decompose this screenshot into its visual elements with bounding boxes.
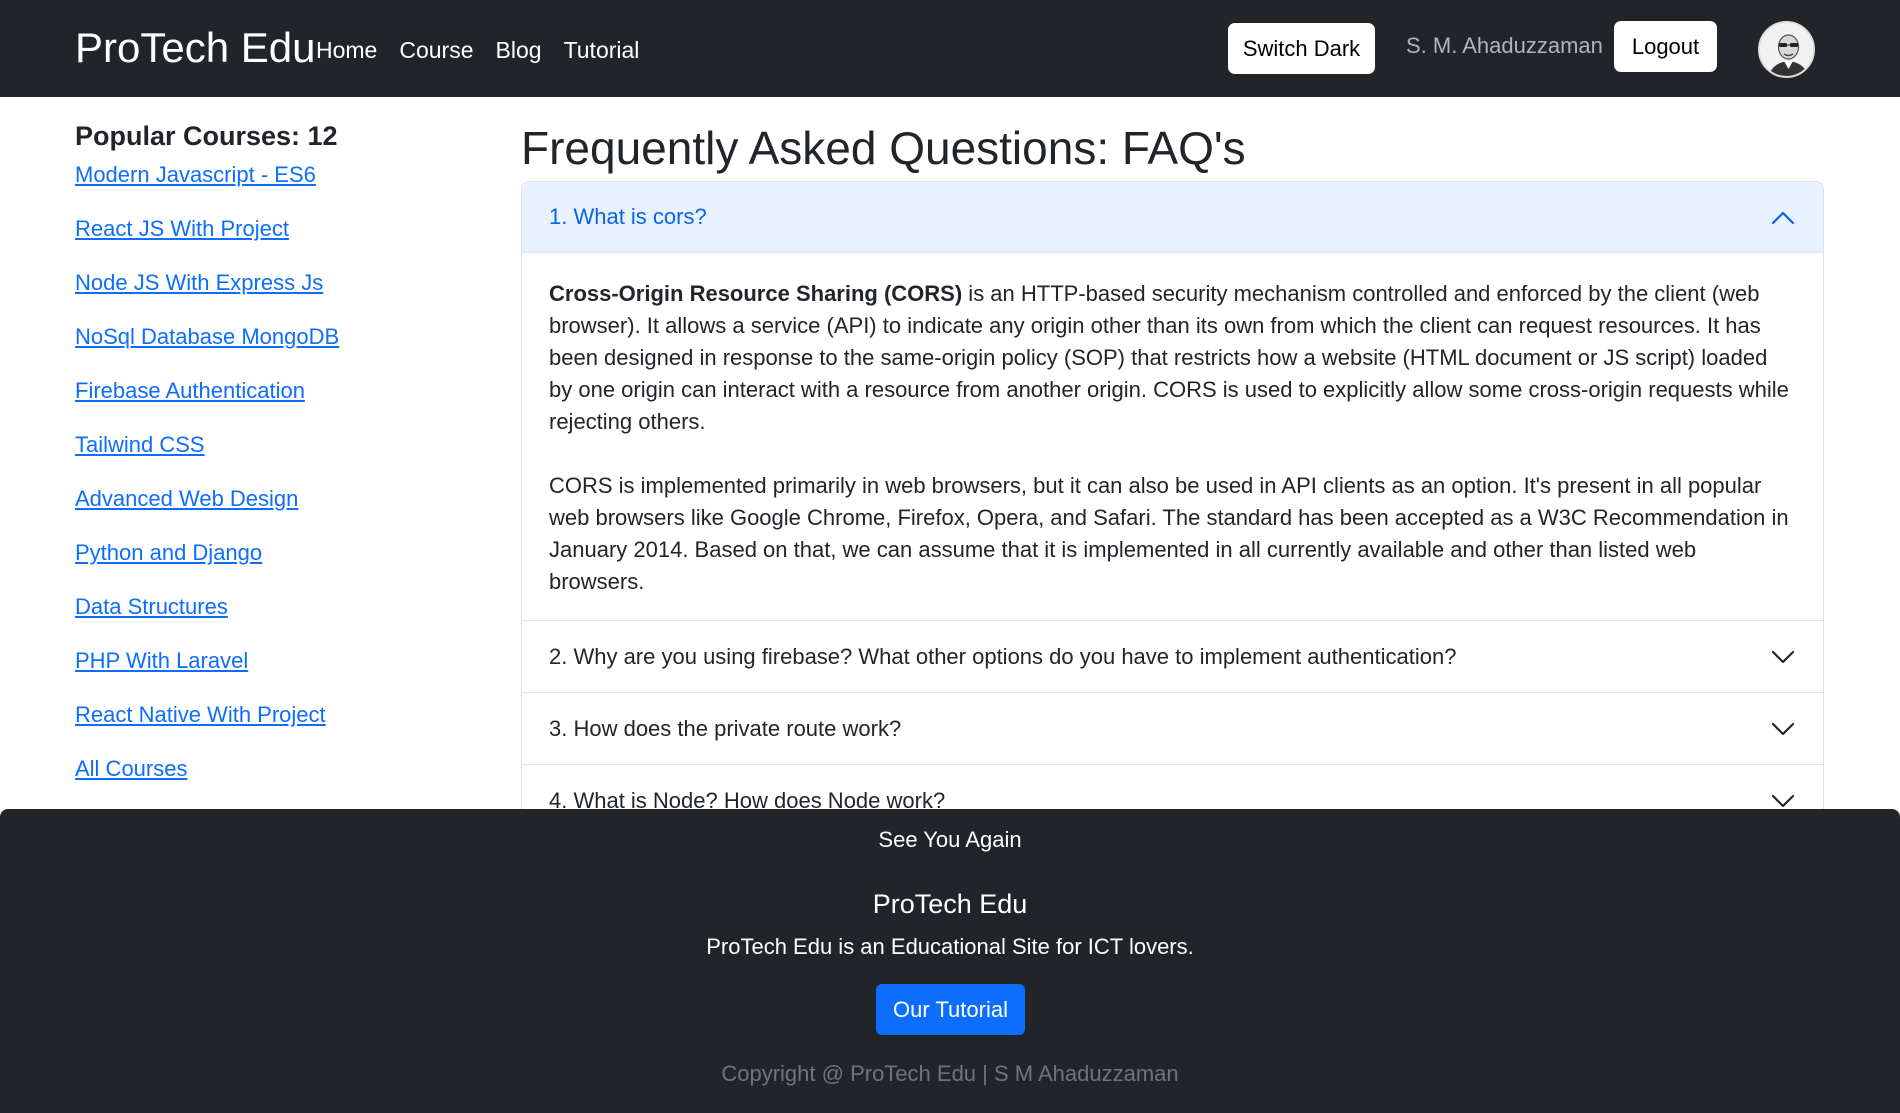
course-list: Modern Javascript - ES6 React JS With Pr…: [75, 160, 475, 808]
faq-question-button[interactable]: 1. What is cors?: [522, 182, 1823, 253]
faq-question-text: 2. Why are you using firebase? What othe…: [549, 643, 1457, 669]
chevron-down-icon: [1771, 722, 1795, 736]
faq-question-text: 3. How does the private route work?: [549, 715, 902, 741]
course-link[interactable]: Modern Javascript - ES6: [75, 160, 475, 214]
faq-item: 2. Why are you using firebase? What othe…: [522, 621, 1823, 693]
nav-link-blog[interactable]: Blog: [496, 34, 542, 66]
site-footer: See You Again ProTech Edu ProTech Edu is…: [0, 809, 1900, 1113]
course-link[interactable]: Firebase Authentication: [75, 376, 475, 430]
user-name: S. M. Ahaduzzaman: [1406, 33, 1603, 58]
faq-question-button[interactable]: 2. Why are you using firebase? What othe…: [522, 621, 1823, 692]
page-title: Frequently Asked Questions: FAQ's: [521, 122, 1246, 174]
nav-link-course[interactable]: Course: [399, 34, 473, 66]
course-link[interactable]: React JS With Project: [75, 214, 475, 268]
chevron-down-icon: [1771, 650, 1795, 664]
course-link[interactable]: Node JS With Express Js: [75, 268, 475, 322]
chevron-up-icon: [1771, 211, 1795, 225]
faq-question-text: 1. What is cors?: [549, 204, 707, 229]
faq-question-button[interactable]: 3. How does the private route work?: [522, 693, 1823, 764]
popular-courses-sidebar: Popular Courses: 12 Modern Javascript - …: [75, 118, 475, 808]
sidebar-title: Popular Courses: 12: [75, 121, 338, 151]
course-link[interactable]: Advanced Web Design: [75, 484, 475, 538]
avatar[interactable]: [1758, 21, 1815, 78]
footer-copyright: Copyright @ ProTech Edu | S M Ahaduzzama…: [721, 1061, 1179, 1086]
faq-answer: Cross-Origin Resource Sharing (CORS) is …: [522, 253, 1823, 620]
faq-item: 1. What is cors? Cross-Origin Resource S…: [522, 182, 1823, 621]
nav-link-tutorial[interactable]: Tutorial: [564, 34, 640, 66]
course-link[interactable]: Tailwind CSS: [75, 430, 475, 484]
switch-dark-button[interactable]: Switch Dark: [1228, 23, 1375, 74]
course-link[interactable]: React Native With Project: [75, 700, 475, 754]
all-courses-link[interactable]: All Courses: [75, 754, 475, 808]
course-link[interactable]: NoSql Database MongoDB: [75, 322, 475, 376]
course-link[interactable]: PHP With Laravel: [75, 646, 475, 700]
faq-accordion: 1. What is cors? Cross-Origin Resource S…: [521, 181, 1824, 837]
nav-links: Home Course Blog Tutorial: [316, 34, 639, 66]
course-link[interactable]: Python and Django: [75, 538, 475, 592]
faq-answer-bold: Cross-Origin Resource Sharing (CORS): [549, 281, 963, 306]
our-tutorial-button[interactable]: Our Tutorial: [876, 984, 1025, 1035]
faq-answer-paragraph: CORS is implemented primarily in web bro…: [549, 473, 1789, 594]
course-link[interactable]: Data Structures: [75, 592, 475, 646]
faq-answer-paragraph: Cross-Origin Resource Sharing (CORS) is …: [549, 278, 1796, 438]
user-avatar-icon: [1760, 23, 1813, 76]
top-navbar: ProTech Edu Home Course Blog Tutorial Sw…: [0, 0, 1900, 97]
footer-tagline: See You Again: [878, 827, 1022, 852]
faq-item: 3. How does the private route work?: [522, 693, 1823, 765]
footer-description: ProTech Edu is an Educational Site for I…: [706, 934, 1194, 959]
logout-button[interactable]: Logout: [1614, 21, 1717, 72]
footer-brand: ProTech Edu: [872, 889, 1028, 919]
nav-link-home[interactable]: Home: [316, 34, 377, 66]
brand-logo[interactable]: ProTech Edu: [75, 22, 315, 74]
